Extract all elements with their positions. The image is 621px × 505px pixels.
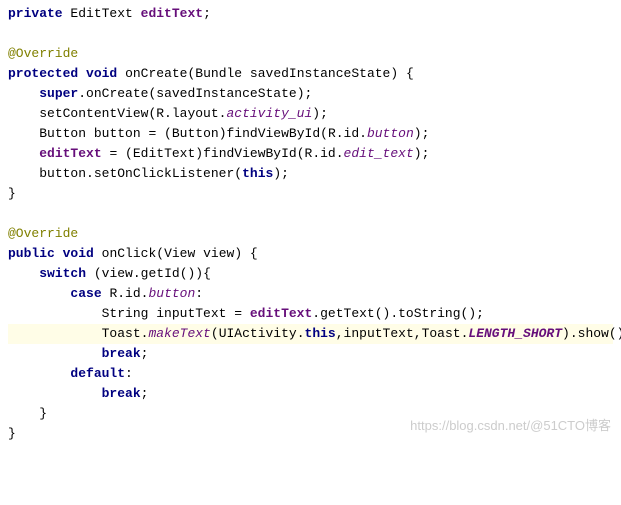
line: button.setOnClickListener(this); bbox=[8, 166, 289, 181]
line: Button button = (Button)findViewById(R.i… bbox=[8, 126, 429, 141]
method-onClick: onClick bbox=[102, 246, 157, 261]
res-id-button: button bbox=[367, 126, 414, 141]
res-activity_ui: activity_ui bbox=[226, 106, 312, 121]
type: EditText bbox=[70, 6, 132, 21]
line: case R.id.button: bbox=[8, 286, 203, 301]
annotation-override: @Override bbox=[8, 46, 78, 61]
line: break; bbox=[8, 386, 148, 401]
line: super.onCreate(savedInstanceState); bbox=[8, 86, 312, 101]
res-id-edit_text: edit_text bbox=[344, 146, 414, 161]
line: editText = (EditText)findViewById(R.id.e… bbox=[8, 146, 429, 161]
line: } bbox=[8, 426, 16, 441]
const-length_short: LENGTH_SHORT bbox=[468, 326, 562, 341]
line: String inputText = editText.getText().to… bbox=[8, 306, 484, 321]
annotation-override: @Override bbox=[8, 226, 78, 241]
line: } bbox=[8, 186, 16, 201]
line: } bbox=[8, 406, 47, 421]
line: switch (view.getId()){ bbox=[8, 266, 211, 281]
kw-private: private bbox=[8, 6, 63, 21]
line: @Override bbox=[8, 46, 78, 61]
field-editText: editText bbox=[141, 6, 203, 21]
line: protected void onCreate(Bundle savedInst… bbox=[8, 66, 414, 81]
line: @Override bbox=[8, 226, 78, 241]
line: setContentView(R.layout.activity_ui); bbox=[8, 106, 328, 121]
line: public void onClick(View view) { bbox=[8, 246, 258, 261]
line: private EditText editText; bbox=[8, 6, 211, 21]
line-highlight: Toast.makeText(UIActivity.this,inputText… bbox=[8, 324, 613, 344]
line: default: bbox=[8, 366, 133, 381]
code-block: private EditText editText; @Override pro… bbox=[8, 4, 613, 444]
line: break; bbox=[8, 346, 148, 361]
method-onCreate: onCreate bbox=[125, 66, 187, 81]
